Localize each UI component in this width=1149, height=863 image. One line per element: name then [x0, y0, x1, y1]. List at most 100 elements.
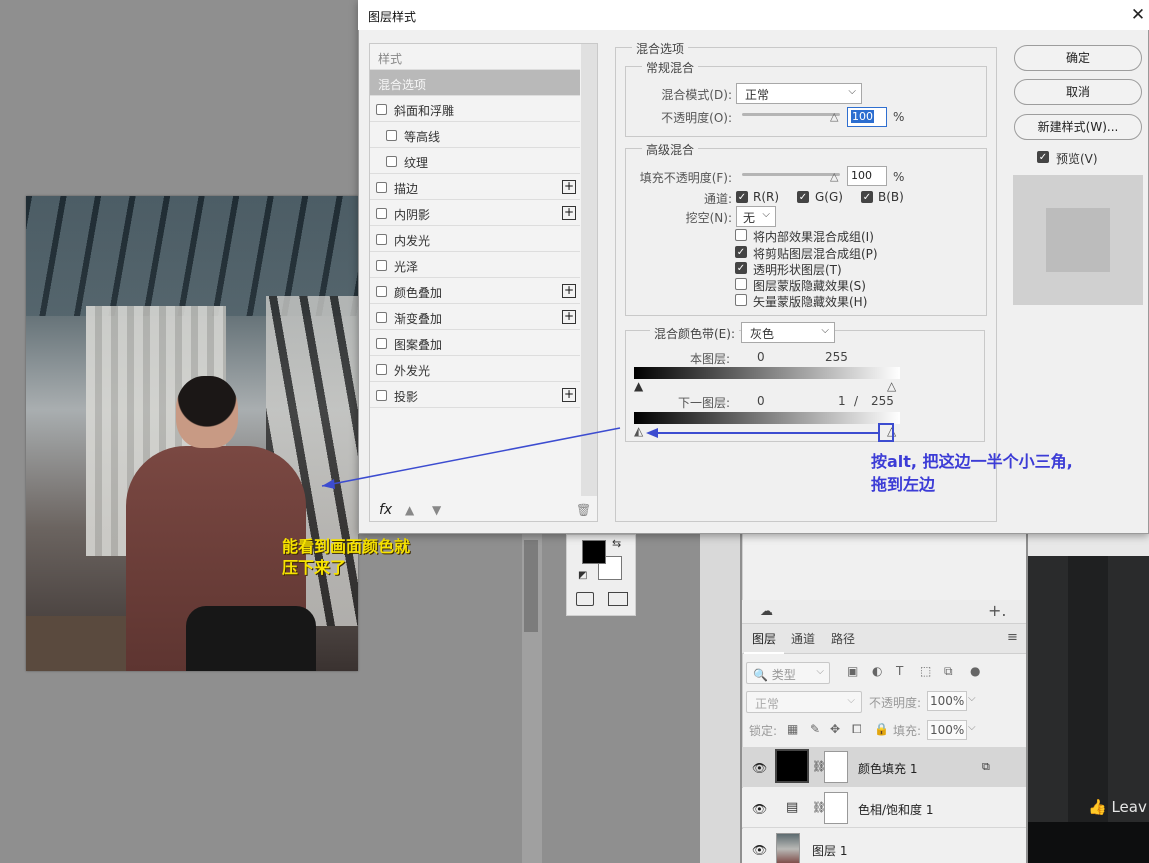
- style-item[interactable]: 斜面和浮雕: [370, 96, 580, 122]
- style-checkbox[interactable]: [376, 234, 387, 245]
- style-item[interactable]: 纹理: [370, 148, 580, 174]
- layer-mask-thumbnail[interactable]: [824, 792, 848, 824]
- this-layer-white-slider[interactable]: △: [887, 379, 896, 393]
- pixel-filter-icon[interactable]: ▣: [847, 664, 858, 678]
- transparency-shapes-checkbox[interactable]: ✓: [735, 262, 747, 274]
- style-item[interactable]: 内发光: [370, 226, 580, 252]
- style-checkbox[interactable]: [386, 156, 397, 167]
- visibility-eye-icon[interactable]: 👁: [752, 761, 767, 775]
- fill-dropdown-icon[interactable]: ⌵: [968, 722, 976, 733]
- fill-opacity-slider-thumb[interactable]: △: [830, 170, 838, 183]
- layer-row-hue-saturation[interactable]: 👁 ▤ ⛓ 色相/饱和度 1: [742, 788, 1026, 828]
- move-down-icon[interactable]: ▼: [432, 503, 441, 517]
- smart-object-filter-icon[interactable]: ⧉: [944, 664, 953, 679]
- default-colors-icon[interactable]: ◩: [578, 570, 587, 581]
- add-effect-icon[interactable]: +: [562, 180, 576, 194]
- trash-icon[interactable]: 🗑: [576, 503, 591, 517]
- add-effect-icon[interactable]: +: [562, 310, 576, 324]
- tab-layers[interactable]: 图层: [752, 630, 776, 650]
- style-item[interactable]: 图案叠加: [370, 330, 580, 356]
- visibility-eye-icon[interactable]: 👁: [752, 843, 767, 857]
- style-item[interactable]: 渐变叠加 +: [370, 304, 580, 330]
- screen-mode-icon[interactable]: [608, 592, 628, 606]
- style-checkbox[interactable]: [386, 130, 397, 141]
- style-item[interactable]: 等高线: [370, 122, 580, 148]
- layer-row-photo[interactable]: 👁 图层 1: [742, 829, 1026, 863]
- style-item[interactable]: 描边 +: [370, 174, 580, 200]
- new-style-button[interactable]: 新建样式(W)...: [1014, 114, 1142, 140]
- foreground-color-front[interactable]: [582, 540, 606, 564]
- visibility-eye-icon[interactable]: 👁: [752, 802, 767, 816]
- lock-brush-icon[interactable]: ✎: [810, 722, 820, 736]
- channel-g-checkbox[interactable]: ✓: [797, 191, 809, 203]
- opacity-field[interactable]: 100: [847, 107, 887, 127]
- style-checkbox[interactable]: [376, 104, 387, 115]
- tab-paths[interactable]: 路径: [831, 630, 855, 650]
- type-filter-icon[interactable]: T: [896, 664, 903, 678]
- styles-list-scrollbar[interactable]: [581, 44, 597, 496]
- style-checkbox[interactable]: [376, 338, 387, 349]
- layer-mask-thumbnail[interactable]: [824, 751, 848, 783]
- layer-mask-hides-checkbox[interactable]: [735, 278, 747, 290]
- layer-filter-select[interactable]: 🔍 类型 ⌵: [746, 662, 830, 684]
- style-checkbox[interactable]: [376, 312, 387, 323]
- blend-interior-effects-checkbox[interactable]: [735, 229, 747, 241]
- blend-mode-select[interactable]: 正常 ⌵: [736, 83, 862, 104]
- style-item[interactable]: 样式: [370, 44, 580, 70]
- fill-opacity-field[interactable]: 100: [847, 166, 887, 186]
- style-checkbox[interactable]: [376, 286, 387, 297]
- knockout-select[interactable]: 无 ⌵: [736, 206, 776, 227]
- cloud-icon[interactable]: ☁: [760, 604, 773, 619]
- add-effect-icon[interactable]: +: [562, 388, 576, 402]
- style-item[interactable]: 外发光: [370, 356, 580, 382]
- blend-clipped-layers-checkbox[interactable]: ✓: [735, 246, 747, 258]
- style-item[interactable]: 混合选项: [370, 70, 580, 96]
- channel-b-checkbox[interactable]: ✓: [861, 191, 873, 203]
- tab-channels[interactable]: 通道: [791, 630, 815, 650]
- panel-menu-icon[interactable]: ≡: [1007, 630, 1018, 645]
- style-checkbox[interactable]: [376, 208, 387, 219]
- layer-row-color-fill[interactable]: 👁 ⛓ 颜色填充 1 ⧉: [742, 747, 1026, 787]
- layer-name[interactable]: 色相/饱和度 1: [858, 801, 934, 818]
- ok-button[interactable]: 确定: [1014, 45, 1142, 71]
- swap-colors-icon[interactable]: ⇆: [612, 537, 621, 550]
- fx-icon[interactable]: fx: [379, 502, 392, 518]
- channel-r-checkbox[interactable]: ✓: [736, 191, 748, 203]
- layer-fill-field[interactable]: 100%: [927, 720, 967, 740]
- style-checkbox[interactable]: [376, 390, 387, 401]
- layer-blend-mode-select[interactable]: 正常 ⌵: [746, 691, 862, 713]
- fill-opacity-slider[interactable]: [742, 173, 840, 176]
- lock-all-icon[interactable]: 🔒: [874, 722, 889, 736]
- canvas-scrollbar-thumb[interactable]: [524, 540, 538, 632]
- add-effect-icon[interactable]: +: [562, 284, 576, 298]
- leave-button[interactable]: 👍 Leav: [1088, 798, 1149, 822]
- filter-toggle-icon[interactable]: ●: [970, 664, 980, 678]
- preview-checkbox[interactable]: ✓: [1037, 151, 1049, 163]
- this-layer-black-slider[interactable]: ▲: [634, 379, 643, 393]
- layer-name[interactable]: 颜色填充 1: [858, 760, 917, 777]
- opacity-slider-thumb[interactable]: △: [830, 110, 838, 123]
- lock-move-icon[interactable]: ✥: [830, 722, 840, 736]
- style-item[interactable]: 内阴影 +: [370, 200, 580, 226]
- quick-mask-icon[interactable]: [576, 592, 594, 606]
- add-effect-icon[interactable]: +: [562, 206, 576, 220]
- style-checkbox[interactable]: [376, 260, 387, 271]
- style-item[interactable]: 颜色叠加 +: [370, 278, 580, 304]
- move-up-icon[interactable]: ▲: [405, 503, 414, 517]
- adjustment-filter-icon[interactable]: ◐: [872, 664, 882, 678]
- layer-opacity-field[interactable]: 100%: [927, 691, 967, 711]
- vector-mask-hides-checkbox[interactable]: [735, 294, 747, 306]
- style-checkbox[interactable]: [376, 182, 387, 193]
- blend-if-select[interactable]: 灰色 ⌵: [741, 322, 835, 343]
- layer-name[interactable]: 图层 1: [812, 842, 847, 859]
- shape-filter-icon[interactable]: ⬚: [920, 664, 931, 678]
- style-item[interactable]: 投影 +: [370, 382, 580, 408]
- cancel-button[interactable]: 取消: [1014, 79, 1142, 105]
- lock-artboard-icon[interactable]: ⧠: [852, 722, 862, 737]
- style-checkbox[interactable]: [376, 364, 387, 375]
- style-item[interactable]: 光泽: [370, 252, 580, 278]
- add-icon[interactable]: +.: [988, 601, 1007, 620]
- close-icon[interactable]: ✕: [1128, 4, 1148, 26]
- lock-transparent-icon[interactable]: ▦: [787, 722, 798, 736]
- opacity-slider[interactable]: [742, 113, 840, 116]
